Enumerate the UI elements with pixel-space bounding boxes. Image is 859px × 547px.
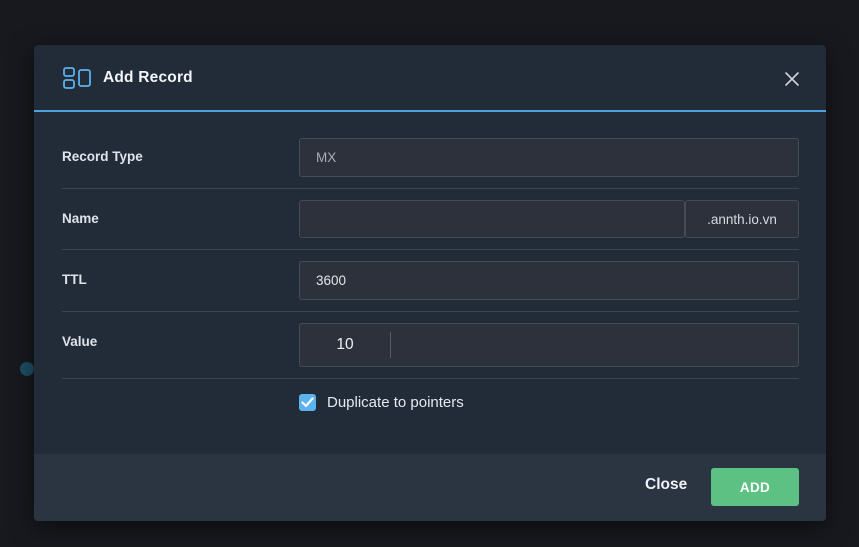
duplicate-checkbox[interactable] bbox=[299, 394, 316, 411]
close-button[interactable]: Close bbox=[645, 476, 687, 494]
name-label: Name bbox=[62, 211, 99, 226]
add-button[interactable]: ADD bbox=[711, 468, 799, 506]
dialog-footer: Close ADD bbox=[34, 454, 826, 521]
ttl-label: TTL bbox=[62, 272, 87, 287]
value-field[interactable] bbox=[392, 324, 798, 366]
value-input-group: 10 bbox=[299, 323, 799, 367]
divider bbox=[62, 378, 799, 379]
add-record-dialog: Add Record Record Type Name .annth.io.vn… bbox=[34, 45, 826, 521]
duplicate-label: Duplicate to pointers bbox=[327, 394, 464, 411]
ttl-field[interactable] bbox=[299, 261, 799, 300]
divider bbox=[62, 249, 799, 250]
record-layout-icon bbox=[63, 66, 92, 89]
priority-separator bbox=[390, 332, 391, 358]
checkmark-icon bbox=[301, 397, 314, 408]
dialog-body: Record Type Name .annth.io.vn TTL Value … bbox=[34, 112, 826, 454]
duplicate-option[interactable]: Duplicate to pointers bbox=[299, 394, 464, 411]
dialog-header: Add Record bbox=[34, 45, 826, 112]
record-type-field[interactable] bbox=[299, 138, 799, 177]
divider bbox=[62, 311, 799, 312]
divider bbox=[62, 188, 799, 189]
dialog-title: Add Record bbox=[103, 68, 193, 86]
background-status-dot bbox=[20, 362, 34, 376]
close-icon[interactable] bbox=[784, 71, 800, 87]
domain-suffix: .annth.io.vn bbox=[685, 200, 799, 238]
priority-value[interactable]: 10 bbox=[300, 324, 390, 366]
record-type-label: Record Type bbox=[62, 149, 143, 164]
name-field[interactable] bbox=[299, 200, 685, 238]
value-label: Value bbox=[62, 334, 98, 349]
